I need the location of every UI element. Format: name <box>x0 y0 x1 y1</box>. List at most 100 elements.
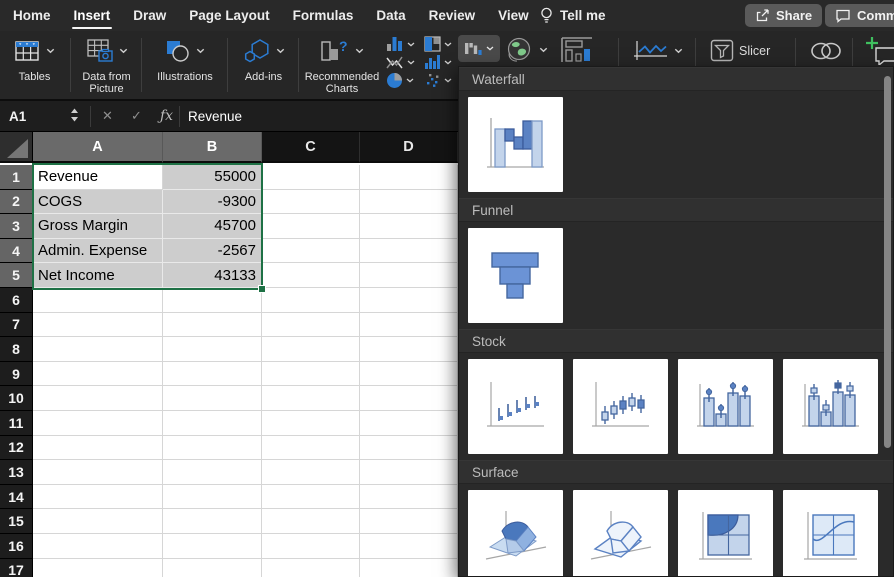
share-button[interactable]: Share <box>745 4 822 27</box>
row-header-14[interactable]: 14 <box>0 485 33 510</box>
cell-D17[interactable] <box>360 559 458 577</box>
cell-C4[interactable] <box>262 239 360 264</box>
cell-B16[interactable] <box>163 534 262 559</box>
cell-B7[interactable] <box>163 313 262 338</box>
insert-hierarchy-chart-button[interactable] <box>424 36 452 52</box>
cell-D12[interactable] <box>360 436 458 461</box>
row-header-5[interactable]: 5 <box>0 263 33 288</box>
data-from-picture-button[interactable]: Data from Picture <box>72 31 141 99</box>
insert-waterfall-chart-button[interactable] <box>458 35 500 62</box>
cell-A9[interactable] <box>33 362 163 387</box>
chart-type-waterfall[interactable] <box>468 97 563 192</box>
cell-D16[interactable] <box>360 534 458 559</box>
cell-B6[interactable] <box>163 288 262 313</box>
cell-C5[interactable] <box>262 263 360 288</box>
column-header-B[interactable]: B <box>163 132 262 163</box>
cell-C13[interactable] <box>262 460 360 485</box>
cell-A15[interactable] <box>33 509 163 534</box>
cancel-entry-button[interactable]: ✕ <box>102 101 113 131</box>
cell-D4[interactable] <box>360 239 458 264</box>
cell-A14[interactable] <box>33 485 163 510</box>
cell-C17[interactable] <box>262 559 360 577</box>
row-header-13[interactable]: 13 <box>0 460 33 485</box>
row-header-4[interactable]: 4 <box>0 239 33 264</box>
dropdown-scrollbar[interactable] <box>884 76 891 448</box>
formula-input[interactable]: Revenue <box>188 101 242 131</box>
cell-D10[interactable] <box>360 386 458 411</box>
cell-D13[interactable] <box>360 460 458 485</box>
cell-D6[interactable] <box>360 288 458 313</box>
illustrations-button[interactable]: Illustrations <box>143 31 227 99</box>
cell-A6[interactable] <box>33 288 163 313</box>
cell-A10[interactable] <box>33 386 163 411</box>
row-header-11[interactable]: 11 <box>0 411 33 436</box>
insert-maps-chart-button[interactable] <box>505 36 548 64</box>
chart-type-stock-open-high-low-close[interactable] <box>573 359 668 454</box>
tab-insert[interactable]: Insert <box>74 8 111 23</box>
chart-type-contour-wireframe[interactable] <box>783 490 878 577</box>
cell-C12[interactable] <box>262 436 360 461</box>
chart-type-contour[interactable] <box>678 490 773 577</box>
insert-line-chart-button[interactable] <box>386 54 415 70</box>
cell-D5[interactable] <box>360 263 458 288</box>
row-header-3[interactable]: 3 <box>0 214 33 239</box>
cell-B15[interactable] <box>163 509 262 534</box>
cell-D2[interactable] <box>360 190 458 215</box>
pivotchart-button[interactable] <box>560 36 594 64</box>
tab-home[interactable]: Home <box>13 8 51 23</box>
insert-function-button[interactable]: ƒx <box>160 101 173 131</box>
tab-view[interactable]: View <box>498 8 529 23</box>
cell-C3[interactable] <box>262 214 360 239</box>
tab-review[interactable]: Review <box>429 8 476 23</box>
new-comment-button[interactable] <box>864 37 894 65</box>
chart-type-stock-volume-high-low-close[interactable] <box>678 359 773 454</box>
tab-page-layout[interactable]: Page Layout <box>189 8 269 23</box>
cell-D3[interactable] <box>360 214 458 239</box>
row-header-16[interactable]: 16 <box>0 534 33 559</box>
cell-A16[interactable] <box>33 534 163 559</box>
chart-type-surface-3d-wireframe[interactable] <box>573 490 668 577</box>
row-header-12[interactable]: 12 <box>0 436 33 461</box>
row-header-1[interactable]: 1 <box>0 165 33 190</box>
chart-type-surface-3d[interactable] <box>468 490 563 577</box>
cell-D15[interactable] <box>360 509 458 534</box>
insert-column-chart-button[interactable] <box>386 36 415 52</box>
cell-D11[interactable] <box>360 411 458 436</box>
cell-C10[interactable] <box>262 386 360 411</box>
confirm-entry-button[interactable]: ✓ <box>131 101 142 131</box>
cell-B8[interactable] <box>163 337 262 362</box>
column-header-A[interactable]: A <box>33 132 163 163</box>
tab-data[interactable]: Data <box>376 8 405 23</box>
column-header-D[interactable]: D <box>360 132 458 163</box>
row-header-7[interactable]: 7 <box>0 313 33 338</box>
column-header-C[interactable]: C <box>262 132 360 163</box>
cell-C8[interactable] <box>262 337 360 362</box>
cell-A11[interactable] <box>33 411 163 436</box>
cell-C15[interactable] <box>262 509 360 534</box>
name-box[interactable]: A1 <box>9 101 26 131</box>
cell-D8[interactable] <box>360 337 458 362</box>
cell-B14[interactable] <box>163 485 262 510</box>
cell-B13[interactable] <box>163 460 262 485</box>
recommended-charts-button[interactable]: ? Recommended Charts <box>300 31 384 99</box>
row-header-8[interactable]: 8 <box>0 337 33 362</box>
name-box-stepper[interactable] <box>70 108 79 122</box>
row-header-2[interactable]: 2 <box>0 190 33 215</box>
cell-C9[interactable] <box>262 362 360 387</box>
cell-C1[interactable] <box>262 165 360 190</box>
row-header-9[interactable]: 9 <box>0 362 33 387</box>
row-header-17[interactable]: 17 <box>0 559 33 577</box>
slicer-button[interactable]: Slicer <box>710 39 770 62</box>
cell-D9[interactable] <box>360 362 458 387</box>
insert-histogram-chart-button[interactable] <box>424 54 452 70</box>
tell-me[interactable]: Tell me <box>540 0 606 31</box>
link-button[interactable] <box>807 40 845 62</box>
cell-C7[interactable] <box>262 313 360 338</box>
row-header-15[interactable]: 15 <box>0 509 33 534</box>
cell-A12[interactable] <box>33 436 163 461</box>
tables-button[interactable]: Tables <box>0 31 69 99</box>
cell-B12[interactable] <box>163 436 262 461</box>
cell-A13[interactable] <box>33 460 163 485</box>
cell-C11[interactable] <box>262 411 360 436</box>
cell-C14[interactable] <box>262 485 360 510</box>
